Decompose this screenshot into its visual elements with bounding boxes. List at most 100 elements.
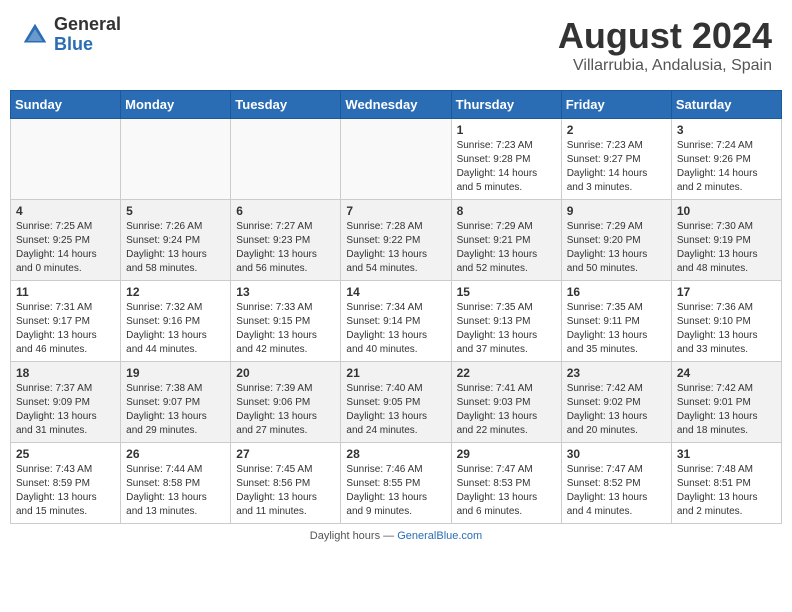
calendar-cell: 19 Sunrise: 7:38 AMSunset: 9:07 PMDayligh…: [121, 362, 231, 443]
day-info: Sunrise: 7:27 AMSunset: 9:23 PMDaylight:…: [236, 220, 335, 276]
calendar-week-row: 11 Sunrise: 7:31 AMSunset: 9:17 PMDayligh…: [11, 281, 782, 362]
day-number: 18: [16, 366, 115, 380]
day-info: Sunrise: 7:33 AMSunset: 9:15 PMDaylight:…: [236, 301, 335, 357]
day-number: 28: [346, 447, 445, 461]
day-info: Sunrise: 7:47 AMSunset: 8:53 PMDaylight:…: [457, 463, 556, 519]
day-number: 22: [457, 366, 556, 380]
day-number: 11: [16, 285, 115, 299]
weekday-header-cell: Tuesday: [231, 91, 341, 119]
calendar-cell: 11 Sunrise: 7:31 AMSunset: 9:17 PMDayligh…: [11, 281, 121, 362]
day-number: 20: [236, 366, 335, 380]
calendar-cell: 17 Sunrise: 7:36 AMSunset: 9:10 PMDayligh…: [671, 281, 781, 362]
day-info: Sunrise: 7:36 AMSunset: 9:10 PMDaylight:…: [677, 301, 776, 357]
day-info: Sunrise: 7:46 AMSunset: 8:55 PMDaylight:…: [346, 463, 445, 519]
calendar-cell: 29 Sunrise: 7:47 AMSunset: 8:53 PMDayligh…: [451, 443, 561, 524]
day-info: Sunrise: 7:23 AMSunset: 9:28 PMDaylight:…: [457, 139, 556, 195]
calendar-cell: 6 Sunrise: 7:27 AMSunset: 9:23 PMDaylight…: [231, 200, 341, 281]
day-info: Sunrise: 7:24 AMSunset: 9:26 PMDaylight:…: [677, 139, 776, 195]
logo: General Blue: [20, 15, 121, 55]
calendar-cell: 7Sunrise: 7:28 AMSunset: 9:22 PMDaylight…: [341, 200, 451, 281]
day-number: 31: [677, 447, 776, 461]
calendar-week-row: 18 Sunrise: 7:37 AMSunset: 9:09 PMDayligh…: [11, 362, 782, 443]
footer-source[interactable]: GeneralBlue.com: [397, 530, 482, 542]
day-number: 3: [677, 123, 776, 137]
day-info: Sunrise: 7:35 AMSunset: 9:13 PMDaylight:…: [457, 301, 556, 357]
day-info: Sunrise: 7:48 AMSunset: 8:51 PMDaylight:…: [677, 463, 776, 519]
calendar-table: SundayMondayTuesdayWednesdayThursdayFrid…: [10, 90, 782, 524]
calendar-cell: 16 Sunrise: 7:35 AMSunset: 9:11 PMDayligh…: [561, 281, 671, 362]
day-number: 8: [457, 204, 556, 218]
calendar-week-row: 25 Sunrise: 7:43 AMSunset: 8:59 PMDayligh…: [11, 443, 782, 524]
day-info: Sunrise: 7:45 AMSunset: 8:56 PMDaylight:…: [236, 463, 335, 519]
calendar-cell: 27 Sunrise: 7:45 AMSunset: 8:56 PMDayligh…: [231, 443, 341, 524]
day-number: 2: [567, 123, 666, 137]
day-info: Sunrise: 7:30 AMSunset: 9:19 PMDaylight:…: [677, 220, 776, 276]
calendar-cell: 13 Sunrise: 7:33 AMSunset: 9:15 PMDayligh…: [231, 281, 341, 362]
day-number: 9: [567, 204, 666, 218]
weekday-header-cell: Friday: [561, 91, 671, 119]
calendar-body: 1 Sunrise: 7:23 AMSunset: 9:28 PMDaylight…: [11, 119, 782, 524]
calendar-cell: 31 Sunrise: 7:48 AMSunset: 8:51 PMDayligh…: [671, 443, 781, 524]
calendar-cell: 25 Sunrise: 7:43 AMSunset: 8:59 PMDayligh…: [11, 443, 121, 524]
calendar-cell: [231, 119, 341, 200]
calendar-cell: 2 Sunrise: 7:23 AMSunset: 9:27 PMDaylight…: [561, 119, 671, 200]
day-info: Sunrise: 7:31 AMSunset: 9:17 PMDaylight:…: [16, 301, 115, 357]
logo-general-text: General: [54, 15, 121, 35]
day-number: 6: [236, 204, 335, 218]
day-info: Sunrise: 7:23 AMSunset: 9:27 PMDaylight:…: [567, 139, 666, 195]
day-info: Sunrise: 7:32 AMSunset: 9:16 PMDaylight:…: [126, 301, 225, 357]
day-number: 24: [677, 366, 776, 380]
day-info: Sunrise: 7:29 AMSunset: 9:20 PMDaylight:…: [567, 220, 666, 276]
day-info: Sunrise: 7:42 AMSunset: 9:01 PMDaylight:…: [677, 382, 776, 438]
day-number: 16: [567, 285, 666, 299]
day-number: 5: [126, 204, 225, 218]
calendar-cell: 24 Sunrise: 7:42 AMSunset: 9:01 PMDayligh…: [671, 362, 781, 443]
weekday-header-cell: Thursday: [451, 91, 561, 119]
title-area: August 2024 Villarrubia, Andalusia, Spai…: [558, 15, 772, 75]
month-title: August 2024: [558, 15, 772, 57]
calendar-cell: [11, 119, 121, 200]
day-info: Sunrise: 7:37 AMSunset: 9:09 PMDaylight:…: [16, 382, 115, 438]
page-header: General Blue August 2024 Villarrubia, An…: [10, 10, 782, 80]
day-info: Sunrise: 7:44 AMSunset: 8:58 PMDaylight:…: [126, 463, 225, 519]
calendar-cell: 3 Sunrise: 7:24 AMSunset: 9:26 PMDaylight…: [671, 119, 781, 200]
calendar-cell: [121, 119, 231, 200]
day-info: Sunrise: 7:47 AMSunset: 8:52 PMDaylight:…: [567, 463, 666, 519]
day-number: 17: [677, 285, 776, 299]
calendar-cell: 30 Sunrise: 7:47 AMSunset: 8:52 PMDayligh…: [561, 443, 671, 524]
day-info: Sunrise: 7:43 AMSunset: 8:59 PMDaylight:…: [16, 463, 115, 519]
weekday-header-cell: Saturday: [671, 91, 781, 119]
calendar-week-row: 1 Sunrise: 7:23 AMSunset: 9:28 PMDaylight…: [11, 119, 782, 200]
calendar-cell: 12 Sunrise: 7:32 AMSunset: 9:16 PMDayligh…: [121, 281, 231, 362]
calendar-cell: 15Sunrise: 7:35 AMSunset: 9:13 PMDayligh…: [451, 281, 561, 362]
calendar-cell: 20Sunrise: 7:39 AMSunset: 9:06 PMDayligh…: [231, 362, 341, 443]
day-number: 19: [126, 366, 225, 380]
day-number: 13: [236, 285, 335, 299]
day-number: 21: [346, 366, 445, 380]
day-number: 14: [346, 285, 445, 299]
calendar-week-row: 4Sunrise: 7:25 AMSunset: 9:25 PMDaylight…: [11, 200, 782, 281]
day-number: 12: [126, 285, 225, 299]
calendar-cell: 8Sunrise: 7:29 AMSunset: 9:21 PMDaylight…: [451, 200, 561, 281]
day-number: 30: [567, 447, 666, 461]
day-info: Sunrise: 7:35 AMSunset: 9:11 PMDaylight:…: [567, 301, 666, 357]
calendar-cell: 1 Sunrise: 7:23 AMSunset: 9:28 PMDaylight…: [451, 119, 561, 200]
day-info: Sunrise: 7:40 AMSunset: 9:05 PMDaylight:…: [346, 382, 445, 438]
calendar-cell: 4Sunrise: 7:25 AMSunset: 9:25 PMDaylight…: [11, 200, 121, 281]
footer-note: Daylight hours: [310, 530, 380, 542]
day-info: Sunrise: 7:38 AMSunset: 9:07 PMDaylight:…: [126, 382, 225, 438]
day-info: Sunrise: 7:34 AMSunset: 9:14 PMDaylight:…: [346, 301, 445, 357]
day-number: 29: [457, 447, 556, 461]
calendar-cell: 23Sunrise: 7:42 AMSunset: 9:02 PMDayligh…: [561, 362, 671, 443]
calendar-cell: 26Sunrise: 7:44 AMSunset: 8:58 PMDayligh…: [121, 443, 231, 524]
day-number: 25: [16, 447, 115, 461]
day-info: Sunrise: 7:41 AMSunset: 9:03 PMDaylight:…: [457, 382, 556, 438]
day-info: Sunrise: 7:25 AMSunset: 9:25 PMDaylight:…: [16, 220, 115, 276]
location-title: Villarrubia, Andalusia, Spain: [558, 57, 772, 75]
day-info: Sunrise: 7:26 AMSunset: 9:24 PMDaylight:…: [126, 220, 225, 276]
calendar-cell: 14 Sunrise: 7:34 AMSunset: 9:14 PMDayligh…: [341, 281, 451, 362]
day-number: 10: [677, 204, 776, 218]
day-number: 27: [236, 447, 335, 461]
day-number: 1: [457, 123, 556, 137]
day-number: 23: [567, 366, 666, 380]
